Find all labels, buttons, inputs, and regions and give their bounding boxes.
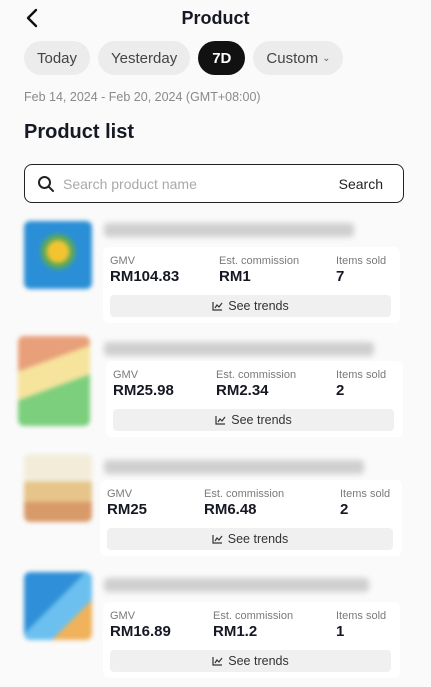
product-name-blurred <box>104 578 369 592</box>
items-sold-label: Items sold <box>340 488 391 500</box>
items-sold-label: Items sold <box>336 255 387 267</box>
see-trends-button[interactable]: See trends <box>113 409 394 431</box>
see-trends-button[interactable]: See trends <box>107 528 393 550</box>
see-trends-button[interactable]: See trends <box>110 650 391 672</box>
items-sold-stat: Items sold 2 <box>340 488 390 518</box>
items-sold-value: 2 <box>336 382 345 399</box>
product-stats-card: GMV RM16.89 Est. commission RM1.2 Items … <box>103 602 400 678</box>
chevron-down-icon: ⌄ <box>322 52 331 64</box>
commission-stat: Est. commission RM1.2 <box>213 610 293 640</box>
gmv-label: GMV <box>110 610 136 622</box>
see-trends-label: See trends <box>228 299 289 313</box>
search-input[interactable] <box>63 175 339 192</box>
items-sold-value: 7 <box>336 268 345 285</box>
gmv-value: RM104.83 <box>110 268 180 285</box>
see-trends-label: See trends <box>228 654 289 668</box>
product-thumbnail[interactable] <box>24 572 92 640</box>
commission-stat: Est. commission RM1 <box>219 255 299 285</box>
tab-custom-label: Custom <box>266 49 319 67</box>
tab-yesterday[interactable]: Yesterday <box>98 41 191 75</box>
see-trends-button[interactable]: See trends <box>110 295 391 317</box>
product-name-blurred <box>104 342 374 356</box>
gmv-value: RM16.89 <box>110 623 171 640</box>
commission-label: Est. commission <box>213 610 294 622</box>
see-trends-label: See trends <box>231 413 292 427</box>
gmv-value: RM25.98 <box>113 382 174 399</box>
product-stats-card: GMV RM25 Est. commission RM6.48 Items so… <box>100 480 402 556</box>
product-thumbnail[interactable] <box>18 336 90 426</box>
gmv-label: GMV <box>110 255 136 267</box>
items-sold-value: 2 <box>340 501 349 518</box>
product-name-blurred <box>104 223 354 237</box>
product-thumbnail[interactable] <box>24 221 92 289</box>
gmv-stat: GMV RM104.83 <box>110 255 179 285</box>
tab-custom[interactable]: Custom ⌄ <box>253 41 344 75</box>
product-name-blurred <box>104 460 364 474</box>
search-button[interactable]: Search <box>339 176 383 192</box>
items-sold-stat: Items sold 2 <box>336 369 386 399</box>
gmv-stat: GMV RM25.98 <box>113 369 174 399</box>
items-sold-label: Items sold <box>336 610 387 622</box>
trend-chart-icon <box>215 416 226 425</box>
trend-chart-icon <box>212 302 223 311</box>
items-sold-label: Items sold <box>336 369 387 381</box>
trend-chart-icon <box>212 535 223 544</box>
header: Product <box>0 0 431 36</box>
page-title: Product <box>181 8 250 28</box>
product-stats-card: GMV RM104.83 Est. commission RM1 Items s… <box>103 247 400 323</box>
commission-label: Est. commission <box>216 369 297 381</box>
items-sold-stat: Items sold 1 <box>336 610 386 640</box>
commission-value: RM2.34 <box>216 382 269 399</box>
tab-7d[interactable]: 7D <box>198 41 246 75</box>
trend-chart-icon <box>212 657 223 666</box>
commission-label: Est. commission <box>219 255 300 267</box>
search-icon <box>38 175 54 192</box>
date-range: Feb 14, 2024 - Feb 20, 2024 (GMT+08:00) <box>24 90 261 104</box>
items-sold-stat: Items sold 7 <box>336 255 386 285</box>
commission-value: RM1.2 <box>213 623 258 640</box>
commission-value: RM6.48 <box>204 501 257 518</box>
section-title: Product list <box>24 121 135 143</box>
commission-label: Est. commission <box>204 488 285 500</box>
gmv-value: RM25 <box>107 501 148 518</box>
see-trends-label: See trends <box>227 532 289 546</box>
gmv-stat: GMV RM25 <box>107 488 147 518</box>
tab-today[interactable]: Today <box>24 41 91 75</box>
items-sold-value: 1 <box>336 623 345 640</box>
gmv-stat: GMV RM16.89 <box>110 610 171 640</box>
product-thumbnail[interactable] <box>24 454 92 522</box>
gmv-label: GMV <box>113 369 139 381</box>
commission-stat: Est. commission RM2.34 <box>216 369 296 399</box>
search-bar: Search <box>24 164 404 203</box>
product-stats-card: GMV RM25.98 Est. commission RM2.34 Items… <box>106 361 403 437</box>
commission-stat: Est. commission RM6.48 <box>204 488 284 518</box>
product-page: Product Today Yesterday 7D Custom ⌄ Feb … <box>0 0 431 687</box>
gmv-label: GMV <box>107 488 133 500</box>
date-tabs: Today Yesterday 7D Custom ⌄ <box>24 41 344 75</box>
commission-value: RM1 <box>219 268 251 285</box>
